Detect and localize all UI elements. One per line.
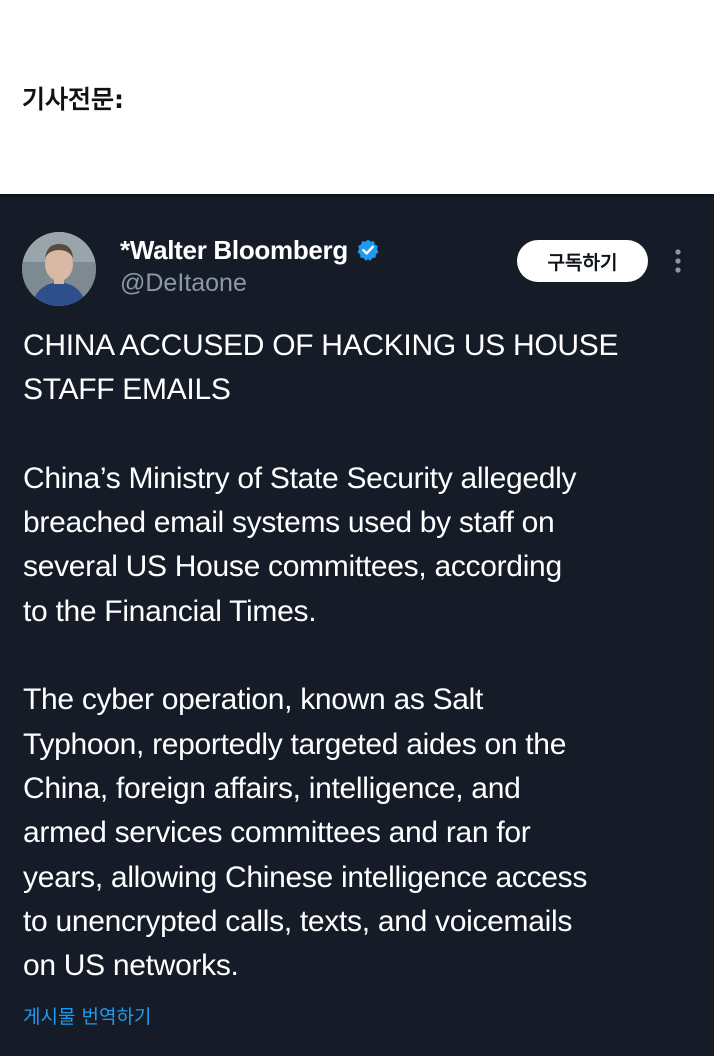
text-line: several US House committees, according bbox=[23, 550, 562, 584]
text-line: CHINA ACCUSED OF HACKING US HOUSE bbox=[23, 329, 619, 362]
tweet-paragraph: The cyber operation, known as Salt Typho… bbox=[23, 678, 698, 988]
tweet-headline: CHINA ACCUSED OF HACKING US HOUSE STAFF … bbox=[23, 324, 698, 413]
user-handle[interactable]: @DeItaone bbox=[120, 269, 247, 298]
text-line: China, foreign affairs, intelligence, an… bbox=[23, 771, 521, 805]
more-options-icon[interactable] bbox=[668, 246, 688, 276]
text-line: The cyber operation, known as Salt bbox=[23, 683, 484, 717]
article-header: 기사전문: bbox=[0, 0, 714, 194]
text-line: years, allowing Chinese intelligence acc… bbox=[23, 860, 588, 894]
article-label: 기사전문: bbox=[22, 85, 124, 114]
translate-post-link[interactable]: 게시물 번역하기 bbox=[23, 1002, 151, 1029]
text-line: China’s Ministry of State Security alleg… bbox=[23, 461, 577, 495]
display-name[interactable]: *Walter Bloomberg bbox=[120, 235, 348, 266]
tweet-paragraph: China’s Ministry of State Security alleg… bbox=[23, 457, 698, 634]
text-line: breached email systems used by staff on bbox=[23, 506, 555, 540]
avatar-image bbox=[22, 232, 96, 306]
text-line: Typhoon, reportedly targeted aides on th… bbox=[23, 727, 567, 761]
text-line: on US networks. bbox=[23, 949, 239, 983]
text-line: to the Financial Times. bbox=[23, 594, 317, 628]
text-line: armed services committees and ran for bbox=[23, 816, 531, 850]
tweet-text: CHINA ACCUSED OF HACKING US HOUSE STAFF … bbox=[23, 324, 698, 1033]
author-name-row: *Walter Bloomberg bbox=[120, 234, 380, 266]
text-line: STAFF EMAILS bbox=[23, 373, 231, 407]
text-line: to unencrypted calls, texts, and voicema… bbox=[23, 904, 573, 938]
subscribe-button[interactable]: 구독하기 bbox=[517, 240, 648, 282]
verified-badge-icon bbox=[356, 238, 380, 262]
tweet-card: *Walter Bloomberg @DeItaone 구독하기 CHINA A… bbox=[0, 194, 714, 1056]
avatar[interactable] bbox=[22, 232, 96, 306]
